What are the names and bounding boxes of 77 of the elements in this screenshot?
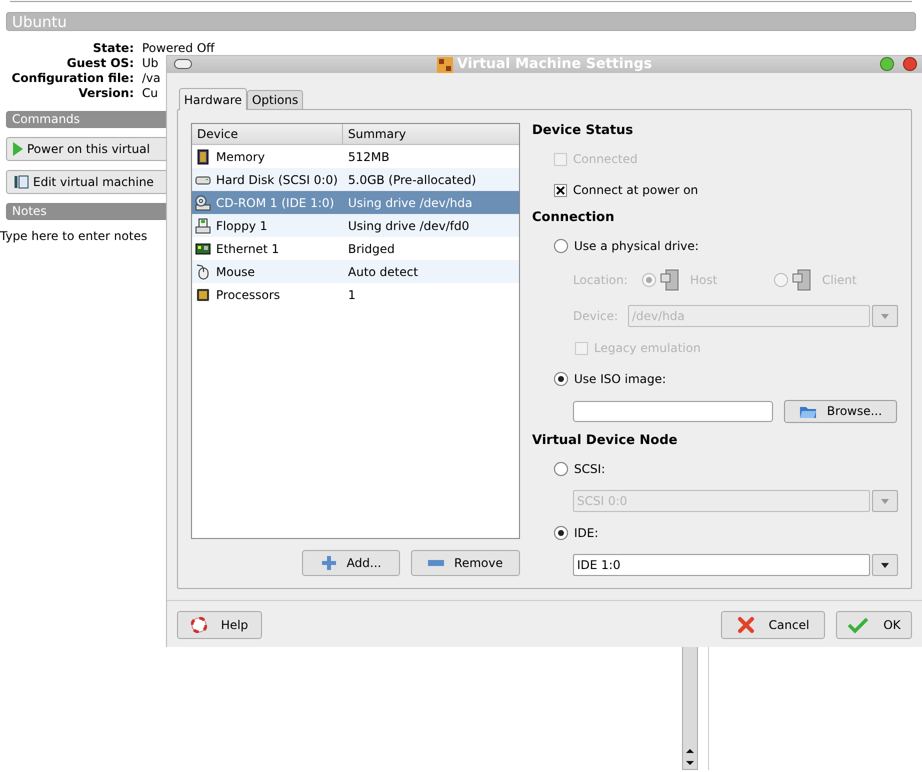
checkbox-label: Connect at power on bbox=[573, 182, 698, 199]
info-label: State: bbox=[92, 41, 134, 56]
info-label: Guest OS: bbox=[66, 56, 134, 71]
device-name: Ethernet 1 bbox=[216, 240, 280, 258]
checkbox[interactable] bbox=[575, 342, 588, 354]
life-ring-icon bbox=[190, 617, 207, 633]
checkmark-icon bbox=[847, 616, 870, 634]
play-icon bbox=[13, 142, 23, 156]
floppy-drive-icon bbox=[195, 218, 211, 234]
device-name: Processors bbox=[216, 286, 280, 304]
window-title: Virtual Machine Settings bbox=[457, 55, 652, 74]
device-summary: 5.0GB (Pre-allocated) bbox=[347, 172, 476, 188]
maximize-button[interactable] bbox=[880, 57, 894, 71]
tab[interactable]: Hardware bbox=[179, 88, 247, 110]
checkbox-label: Legacy emulation bbox=[594, 340, 701, 357]
info-label: Version: bbox=[77, 86, 134, 101]
radio-button[interactable] bbox=[554, 526, 568, 540]
radio-label: IDE: bbox=[574, 525, 598, 542]
remove-button[interactable]: Remove bbox=[411, 550, 520, 576]
info-value: Ub bbox=[142, 56, 158, 71]
group-heading: Virtual Device Node bbox=[532, 432, 678, 450]
device-name: Mouse bbox=[216, 264, 255, 280]
checkbox-label: Connected bbox=[573, 151, 638, 168]
device-summary: 1 bbox=[347, 286, 356, 304]
column-header[interactable]: Device bbox=[192, 124, 343, 144]
device-summary: Bridged bbox=[347, 240, 395, 258]
radio-label: Use a physical drive: bbox=[574, 238, 699, 255]
iso-path-field[interactable] bbox=[573, 400, 773, 422]
plus-icon bbox=[320, 555, 337, 571]
device-summary: 512MB bbox=[347, 148, 390, 166]
info-label: Configuration file: bbox=[10, 71, 134, 86]
window-menu-button[interactable] bbox=[174, 59, 192, 69]
info-value: /va bbox=[142, 71, 160, 86]
radio-label: SCSI: bbox=[574, 461, 606, 478]
device-summary: Auto detect bbox=[347, 264, 418, 280]
cancel-button[interactable]: Cancel bbox=[721, 611, 825, 639]
help-button[interactable]: Help bbox=[177, 611, 262, 639]
close-button[interactable] bbox=[903, 57, 917, 71]
tab[interactable]: Options bbox=[246, 90, 304, 109]
caret-icon bbox=[881, 498, 889, 504]
minus-icon bbox=[428, 560, 444, 566]
browse-button[interactable]: Browse... bbox=[784, 400, 897, 422]
computer-icon bbox=[660, 269, 680, 291]
app-icon bbox=[437, 56, 454, 72]
radio-label: Host bbox=[690, 272, 718, 289]
cd-drive-icon bbox=[195, 194, 211, 210]
radio-button[interactable] bbox=[554, 239, 568, 253]
field-label: Location: bbox=[573, 272, 629, 289]
radio-button[interactable] bbox=[774, 273, 788, 287]
radio-button[interactable] bbox=[642, 273, 656, 287]
add-button[interactable]: Add... bbox=[302, 550, 400, 576]
ok-button[interactable]: OK bbox=[836, 611, 912, 639]
device-row[interactable]: Hard Disk (SCSI 0:0) 5.0GB (Pre-allocated) bbox=[192, 168, 519, 191]
device-summary: Using drive /dev/fd0 bbox=[347, 218, 470, 234]
radio-label: Use ISO image: bbox=[574, 371, 666, 388]
section-header: Ubuntu bbox=[6, 12, 916, 31]
notes-field[interactable]: Type here to enter notes bbox=[0, 227, 158, 247]
mouse-icon bbox=[195, 264, 211, 280]
radio-button[interactable] bbox=[554, 462, 568, 476]
caret-icon bbox=[881, 562, 889, 568]
close-icon bbox=[736, 616, 755, 634]
memory-chip-icon bbox=[195, 148, 211, 164]
field-label: Device: bbox=[573, 308, 620, 325]
device-name: Floppy 1 bbox=[216, 218, 268, 234]
dropdown-button[interactable] bbox=[872, 554, 898, 576]
device-row[interactable]: Floppy 1 Using drive /dev/fd0 bbox=[192, 214, 519, 237]
caret-icon bbox=[881, 314, 889, 318]
network-card-icon bbox=[195, 240, 211, 256]
device-row[interactable]: Mouse Auto detect bbox=[192, 260, 519, 283]
radio-label: Client bbox=[822, 272, 857, 289]
checkbox[interactable] bbox=[554, 184, 567, 196]
info-value: Powered Off bbox=[142, 41, 215, 56]
radio-button[interactable] bbox=[554, 372, 568, 386]
info-value: Cu bbox=[142, 86, 158, 101]
node-dropdown[interactable]: IDE 1:0 bbox=[573, 554, 870, 576]
processor-icon bbox=[195, 286, 211, 302]
computer-icon bbox=[792, 269, 812, 291]
